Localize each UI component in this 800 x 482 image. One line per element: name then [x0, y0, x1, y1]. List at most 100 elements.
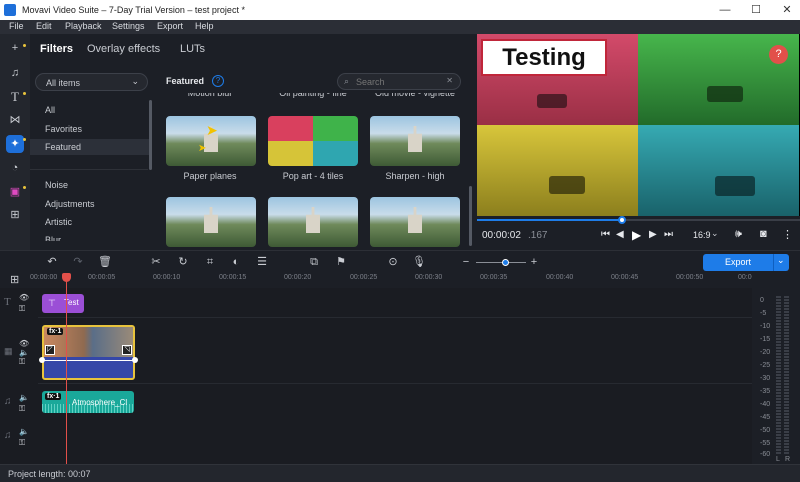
snapshot-icon[interactable]: ◙	[760, 228, 767, 240]
export-button[interactable]: Export ⌄	[703, 254, 789, 271]
keyframe-icon[interactable]: ⊙	[385, 254, 401, 270]
menu-settings[interactable]: Settings	[112, 21, 145, 31]
more-tools-icon[interactable]: ⊞	[6, 206, 24, 224]
seek-handle[interactable]	[618, 216, 626, 224]
filter-thumb[interactable]	[166, 197, 256, 247]
fade-out-icon[interactable]: ◹	[122, 345, 132, 355]
category-noise[interactable]: Noise	[45, 180, 68, 190]
filter-thumb-paper-planes[interactable]: ➤ ➤	[166, 116, 256, 166]
marker-icon[interactable]: ⚑	[333, 254, 349, 270]
zoom-slider[interactable]	[476, 262, 526, 263]
lock-icon[interactable]: ⚿	[19, 357, 25, 367]
volume-handle[interactable]	[132, 357, 138, 363]
skip-end-icon[interactable]: ⏭	[664, 229, 673, 240]
transitions-icon[interactable]: ⋈	[6, 111, 24, 129]
titles-icon[interactable]: T	[6, 88, 24, 106]
filter-thumb-pop-art[interactable]	[268, 116, 358, 166]
store-icon[interactable]: ▣	[6, 183, 24, 201]
help-button[interactable]: ?	[769, 45, 788, 64]
maximize-button[interactable]: ☐	[741, 2, 771, 18]
search-input[interactable]	[356, 76, 436, 87]
color-adjust-icon[interactable]: ◐	[228, 254, 244, 270]
tab-filters[interactable]: Filters	[40, 43, 73, 55]
mute-icon[interactable]: 🔈	[19, 393, 29, 402]
mute-icon[interactable]: 🔈	[19, 427, 29, 436]
video-clip[interactable]: fx·1 ◸ ◹	[39, 325, 138, 380]
lock-icon[interactable]: ⚿	[19, 404, 25, 414]
chevron-down-icon[interactable]: ⌄	[777, 255, 785, 266]
tab-luts[interactable]: LUTs	[180, 43, 205, 55]
mute-icon[interactable]: 🔈	[19, 348, 29, 357]
title-clip[interactable]: ⊤ Test	[42, 294, 84, 313]
fade-in-icon[interactable]: ◸	[45, 345, 55, 355]
stickers-icon[interactable]: ◔	[6, 159, 24, 177]
db-label: -60	[760, 451, 771, 458]
category-scrollbar[interactable]	[149, 100, 152, 170]
gallery-scrollbar[interactable]	[469, 186, 472, 246]
category-blur[interactable]: Blur	[45, 235, 61, 241]
visibility-icon[interactable]: 👁	[19, 293, 29, 302]
visibility-icon[interactable]: 👁	[19, 339, 29, 348]
delete-icon[interactable]: 🗑	[97, 254, 113, 270]
fx-badge[interactable]: fx·1	[45, 393, 62, 400]
tab-overlay-effects[interactable]: Overlay effects	[87, 43, 160, 55]
zoom-in-icon[interactable]: +	[526, 254, 542, 270]
rotate-icon[interactable]: ↻	[175, 254, 191, 270]
next-frame-icon[interactable]: ▶	[649, 229, 657, 240]
filter-label-clipped: Old movie - vignette	[374, 93, 456, 98]
prev-frame-icon[interactable]: ◀	[616, 229, 624, 240]
volume-line[interactable]	[40, 360, 137, 361]
title-overlay[interactable]: Testing	[481, 39, 607, 76]
category-favorites[interactable]: Favorites	[45, 124, 82, 134]
music-icon[interactable]: ♫	[6, 64, 24, 82]
zoom-slider-handle[interactable]	[502, 259, 509, 266]
menu-file[interactable]: File	[9, 21, 24, 31]
category-all[interactable]: All	[45, 105, 55, 115]
undo-icon[interactable]: ↶	[44, 254, 60, 270]
filters-icon[interactable]: ✦	[6, 135, 24, 153]
playhead[interactable]	[66, 274, 67, 464]
category-dropdown[interactable]: All items ⌄	[35, 73, 148, 91]
minimize-button[interactable]: —	[710, 2, 740, 18]
fx-badge[interactable]: fx·1	[47, 328, 64, 335]
category-adjustments[interactable]: Adjustments	[45, 199, 95, 209]
playhead-handle[interactable]	[62, 273, 71, 282]
add-track-icon[interactable]: ⊞	[10, 273, 19, 286]
zoom-out-icon[interactable]: −	[458, 254, 474, 270]
lock-icon[interactable]: ⚿	[19, 304, 25, 314]
skip-start-icon[interactable]: ⏮	[601, 229, 610, 240]
menu-edit[interactable]: Edit	[36, 21, 52, 31]
ruler-tick: 00:00:10	[153, 274, 181, 281]
category-featured[interactable]: Featured	[30, 139, 150, 155]
microphone-icon[interactable]: 🎙	[411, 254, 427, 270]
audio-clip[interactable]: fx·1 Atmosphere_Cl	[42, 391, 134, 413]
filter-thumb-sharpen-high[interactable]	[370, 116, 460, 166]
close-button[interactable]: ✕	[772, 2, 800, 18]
crop-icon[interactable]: ⌗	[202, 254, 218, 270]
search-box[interactable]: ⌕ ✕	[337, 73, 461, 90]
filter-thumb[interactable]	[268, 197, 358, 247]
video-preview[interactable]: Testing	[477, 34, 800, 216]
meter-bar-left	[776, 296, 781, 454]
redo-icon[interactable]: ↷	[70, 254, 86, 270]
filter-thumb[interactable]	[370, 197, 460, 247]
menu-export[interactable]: Export	[157, 21, 183, 31]
volume-icon[interactable]: 🕪	[735, 228, 742, 241]
timeline-ruler[interactable]: 00:00:00 00:00:05 00:00:10 00:00:15 00:0…	[30, 272, 752, 288]
category-artistic[interactable]: Artistic	[45, 217, 72, 227]
volume-handle[interactable]	[39, 357, 45, 363]
menu-help[interactable]: Help	[195, 21, 214, 31]
aspect-ratio-select[interactable]: 16:9	[693, 230, 711, 240]
overlay-icon[interactable]: ⧉	[306, 254, 322, 270]
clear-search-icon[interactable]: ✕	[446, 76, 453, 85]
cut-icon[interactable]: ✂	[148, 254, 164, 270]
help-icon[interactable]: ?	[212, 75, 224, 87]
import-icon[interactable]: +	[6, 39, 24, 57]
menu-playback[interactable]: Playback	[65, 21, 102, 31]
clip-properties-icon[interactable]: ☰	[254, 254, 270, 270]
new-dot-icon	[23, 92, 26, 95]
more-options-icon[interactable]: ⋮	[782, 228, 793, 241]
paper-plane-icon: ➤	[198, 143, 207, 154]
play-icon[interactable]: ▶	[632, 228, 641, 242]
lock-icon[interactable]: ⚿	[19, 438, 25, 448]
